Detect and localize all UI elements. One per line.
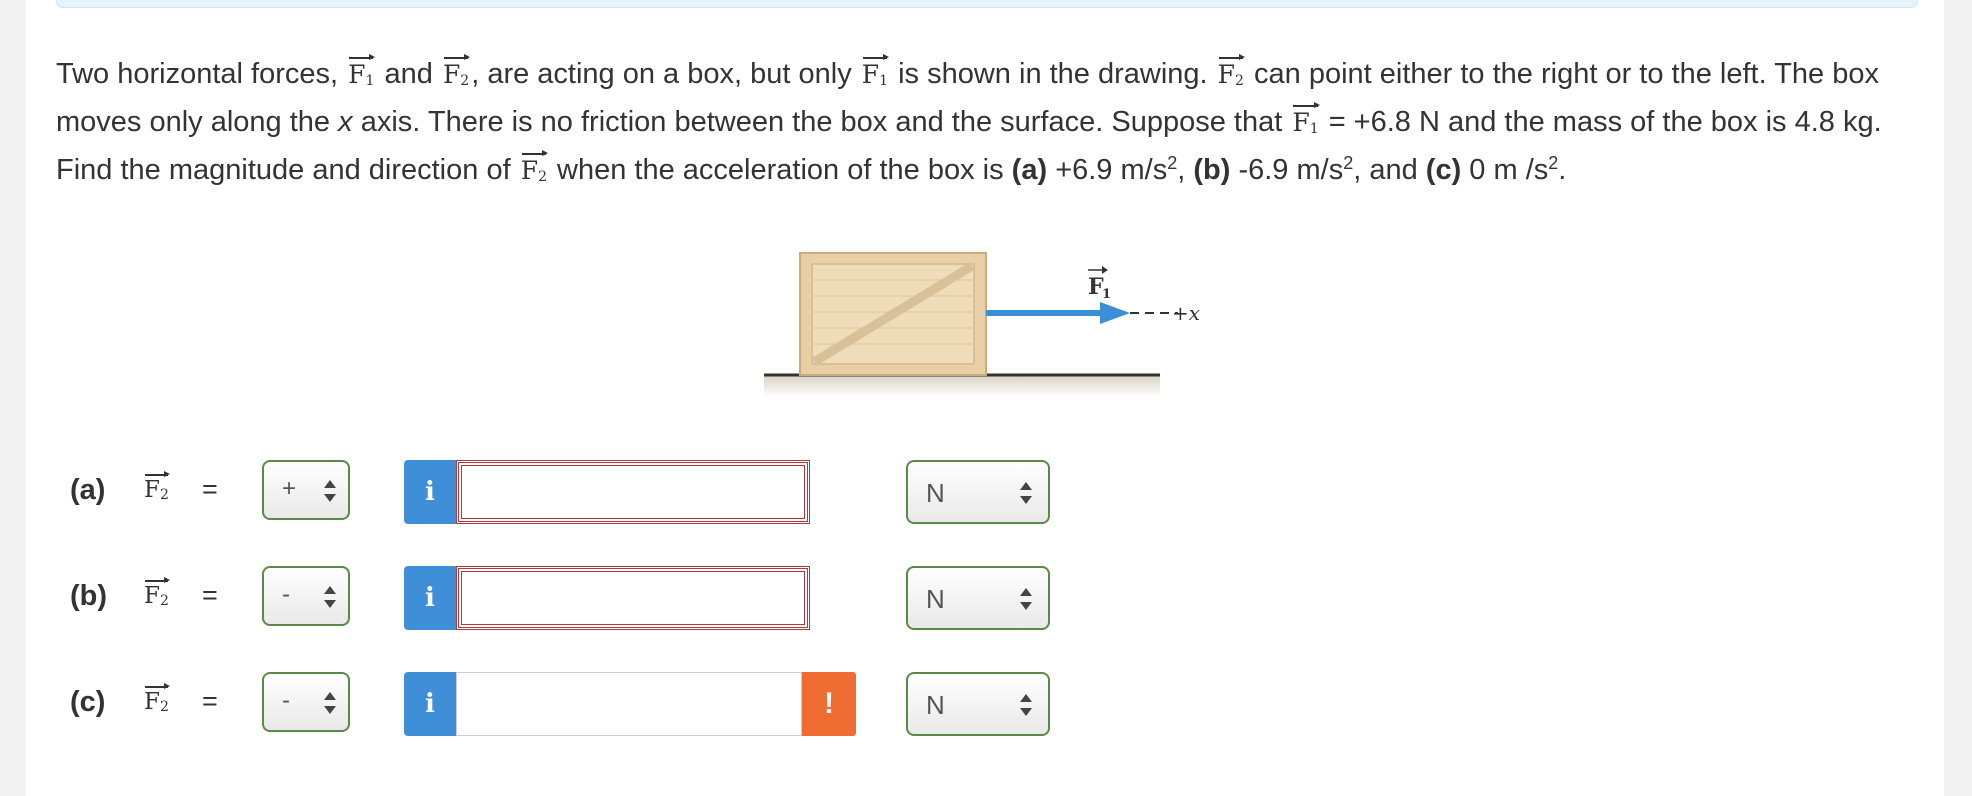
row-label: (c) — [70, 686, 106, 718]
box-diagram: F 1 +x — [764, 252, 1200, 397]
sign-select[interactable]: - — [262, 566, 350, 626]
answer-row-a: (a) F2 = + i N — [70, 460, 1070, 524]
vector-F2: F2 — [521, 150, 549, 184]
vector-F2: F2 — [443, 54, 471, 88]
updown-arrows-icon — [1020, 588, 1032, 610]
info-button[interactable]: i — [404, 460, 456, 524]
answer-row-c: (c) F2 = - i ! N — [70, 672, 1070, 736]
answer-input[interactable] — [456, 566, 810, 630]
surface-shadow — [764, 375, 1160, 397]
unit-select[interactable]: N — [906, 672, 1050, 736]
equals-sign: = — [202, 686, 218, 716]
answer-row-b: (b) F2 = - i N — [70, 566, 1070, 630]
vector-F1: F1 — [348, 54, 376, 88]
answer-input[interactable] — [456, 672, 802, 736]
vector-F1: F1 — [1292, 102, 1320, 136]
problem-statement: Two horizontal forces, F1 and F2, are ac… — [56, 54, 1882, 186]
updown-arrows-icon — [324, 480, 336, 502]
sign-select[interactable]: - — [262, 672, 350, 732]
equals-sign: = — [202, 474, 218, 504]
sign-value: + — [282, 475, 297, 502]
row-label: (b) — [70, 580, 108, 612]
force-label-sub: 1 — [1102, 287, 1111, 302]
updown-arrows-icon — [1020, 694, 1032, 716]
vector-F2: F2 — [142, 577, 171, 608]
box-force-figure: F 1 +x — [760, 250, 1210, 410]
unit-value: N — [926, 690, 945, 720]
vector-F2: F2 — [1218, 54, 1246, 88]
updown-arrows-icon — [1020, 482, 1032, 504]
answer-input[interactable] — [456, 460, 810, 524]
row-label: (a) — [70, 474, 106, 506]
unit-select[interactable]: N — [906, 460, 1050, 524]
equals-sign: = — [202, 580, 218, 610]
info-button[interactable]: i — [404, 566, 456, 630]
sign-select[interactable]: + — [262, 460, 350, 520]
sign-value: - — [282, 581, 290, 608]
unit-value: N — [926, 584, 945, 614]
vector-F2: F2 — [142, 471, 171, 502]
info-button[interactable]: i — [404, 672, 456, 736]
force-arrow-head — [1100, 302, 1130, 324]
sign-value: - — [282, 687, 290, 714]
unit-select[interactable]: N — [906, 566, 1050, 630]
unit-value: N — [926, 478, 945, 508]
updown-arrows-icon — [324, 692, 336, 714]
vector-F1: F1 — [862, 54, 890, 88]
vector-F2: F2 — [142, 683, 171, 714]
axis-label: +x — [1172, 301, 1200, 325]
top-panel-edge — [56, 0, 1918, 8]
warning-button[interactable]: ! — [802, 672, 856, 736]
updown-arrows-icon — [324, 586, 336, 608]
